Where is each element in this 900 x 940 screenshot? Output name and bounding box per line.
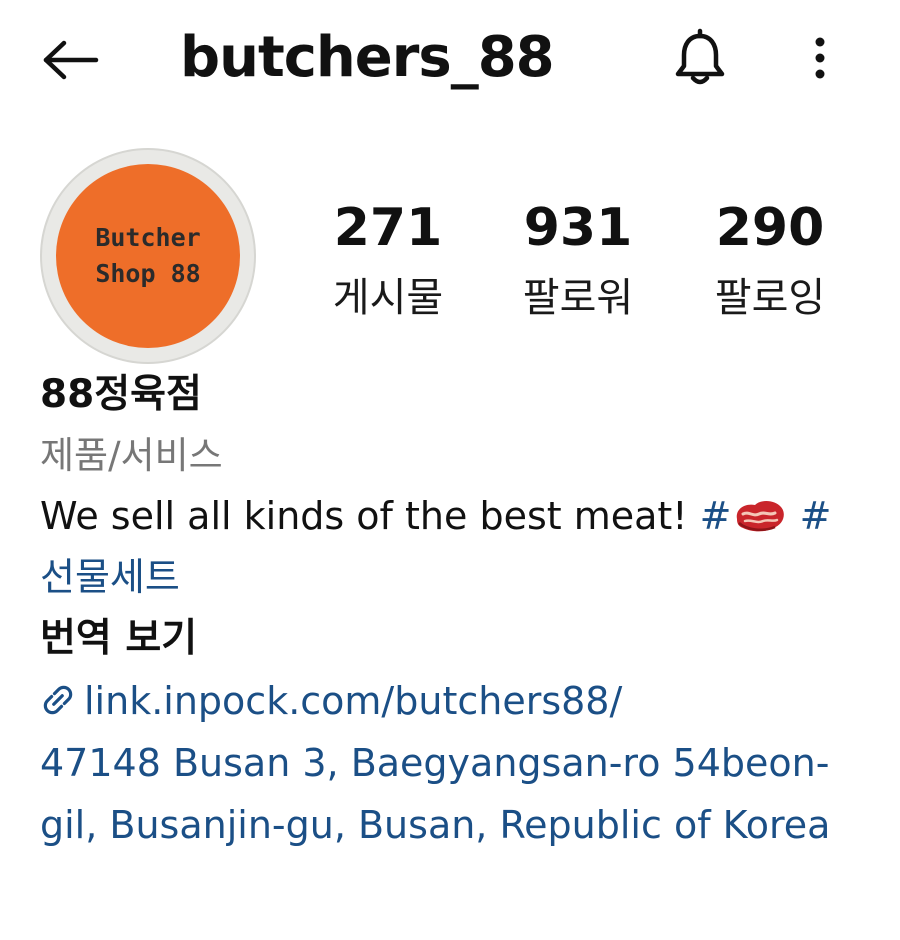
avatar-logo: Butcher Shop 88	[56, 164, 240, 348]
profile-bio: 88정육점 제품/서비스 We sell all kinds of the be…	[40, 364, 870, 856]
notifications-button[interactable]	[668, 26, 732, 90]
arrow-left-icon	[43, 40, 99, 80]
bio-link-url: link.inpock.com/butchers88/	[84, 679, 623, 723]
bio-description: We sell all kinds of the best meat! # # …	[40, 486, 870, 608]
bio-link[interactable]: link.inpock.com/butchers88/	[40, 670, 870, 732]
following-stat[interactable]: 290 팔로잉	[695, 196, 845, 326]
posts-label: 게시물	[332, 275, 444, 321]
hashtag-steak[interactable]: #	[700, 494, 788, 538]
following-count: 290	[715, 198, 825, 258]
profile-avatar[interactable]: Butcher Shop 88	[40, 148, 256, 364]
followers-label: 팔로워	[522, 275, 634, 321]
bio-text: We sell all kinds of the best meat!	[40, 494, 700, 538]
display-name: 88정육점	[40, 372, 202, 417]
followers-stat[interactable]: 931 팔로워	[503, 196, 653, 326]
avatar-logo-line1: Butcher	[95, 223, 201, 252]
avatar-logo-line2: Shop 88	[95, 259, 201, 288]
hashtag-symbol: #	[699, 494, 732, 538]
posts-count: 271	[333, 198, 443, 258]
posts-stat[interactable]: 271 게시물	[313, 196, 463, 326]
see-translation-button[interactable]: 번역 보기	[40, 608, 870, 670]
more-vertical-icon	[815, 37, 825, 79]
profile-header: butchers_88	[0, 0, 900, 120]
following-label: 팔로잉	[714, 275, 826, 321]
business-address[interactable]: 47148 Busan 3, Baegyangsan-ro 54beon-gil…	[40, 732, 870, 856]
profile-username: butchers_88	[180, 25, 555, 90]
profile-category: 제품/서비스	[40, 434, 223, 477]
link-icon	[43, 685, 73, 715]
bell-icon	[675, 28, 725, 85]
back-button[interactable]	[38, 36, 102, 84]
followers-count: 931	[523, 198, 633, 258]
more-options-button[interactable]	[800, 30, 840, 86]
steak-emoji-icon	[737, 501, 785, 532]
